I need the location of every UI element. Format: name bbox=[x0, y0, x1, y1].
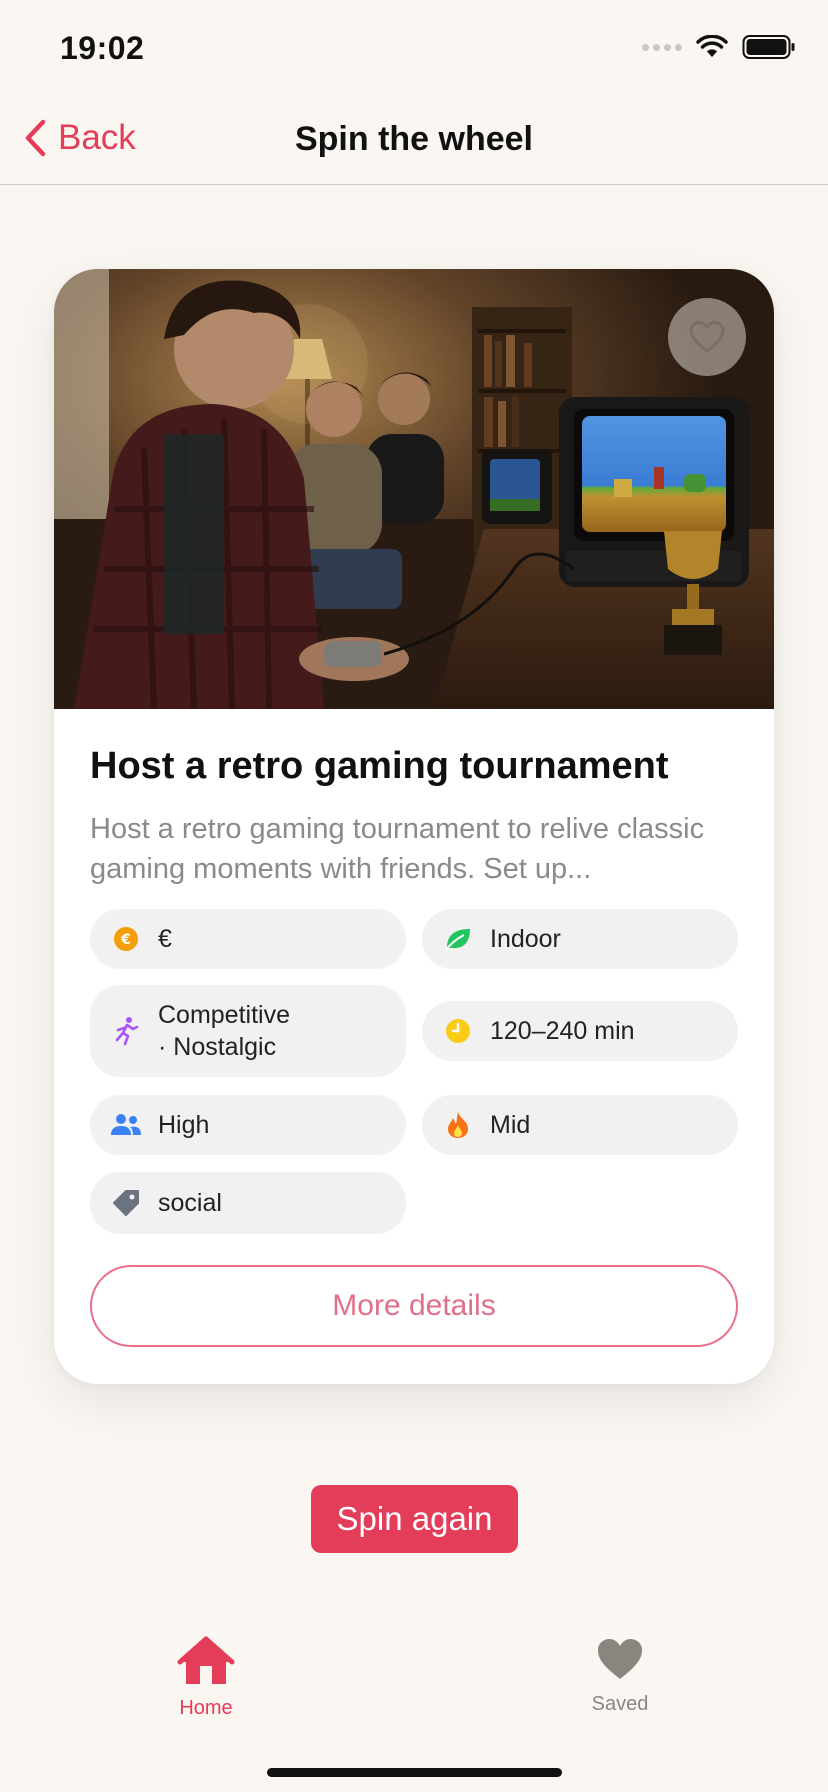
chip-duration: 120–240 min bbox=[422, 1001, 738, 1061]
chip-vibe: Competitive · Nostalgic bbox=[90, 985, 406, 1077]
chip-location: Indoor bbox=[422, 909, 738, 969]
tab-home[interactable]: Home bbox=[136, 1636, 276, 1720]
tag-icon bbox=[112, 1189, 140, 1217]
retro-gaming-illustration bbox=[54, 269, 774, 709]
home-indicator bbox=[267, 1768, 562, 1777]
status-bar: 19:02 bbox=[0, 0, 828, 100]
leaf-icon bbox=[444, 925, 472, 953]
signal-icon bbox=[642, 43, 682, 51]
flame-icon bbox=[444, 1111, 472, 1139]
chip-cost: € € bbox=[90, 909, 406, 969]
status-icons bbox=[642, 34, 796, 60]
home-icon bbox=[177, 1636, 235, 1684]
running-person-icon bbox=[112, 1017, 140, 1046]
chip-energy: Mid bbox=[422, 1095, 738, 1155]
chip-label: 120–240 min bbox=[490, 1017, 635, 1045]
status-time: 19:02 bbox=[60, 30, 145, 66]
battery-icon bbox=[742, 35, 795, 59]
heart-icon bbox=[598, 1639, 642, 1679]
activity-description: Host a retro gaming tournament to relive… bbox=[90, 813, 705, 885]
navigation-bar: Back Spin the wheel bbox=[0, 100, 828, 185]
chip-category: social bbox=[90, 1172, 406, 1234]
tab-home-label: Home bbox=[179, 1697, 233, 1719]
chip-label: Competitive · Nostalgic bbox=[158, 1001, 290, 1061]
chip-group-size: High bbox=[90, 1095, 406, 1155]
tab-saved-label: Saved bbox=[591, 1693, 649, 1715]
favorite-button[interactable] bbox=[668, 298, 746, 376]
svg-text:€: € bbox=[120, 932, 131, 948]
chip-label: Indoor bbox=[490, 925, 561, 953]
wifi-icon bbox=[696, 35, 728, 57]
chip-label: Mid bbox=[490, 1111, 531, 1139]
spin-again-button[interactable]: Spin again bbox=[311, 1485, 518, 1553]
chip-label: social bbox=[158, 1189, 222, 1217]
tab-saved[interactable]: Saved bbox=[550, 1636, 690, 1716]
activity-card: Host a retro gaming tournament Host a re… bbox=[54, 269, 774, 1384]
clock-icon bbox=[444, 1017, 472, 1045]
euro-coin-icon: € bbox=[112, 925, 140, 953]
page-title: Spin the wheel bbox=[294, 120, 534, 158]
people-icon bbox=[110, 1111, 142, 1139]
more-details-button[interactable]: More details bbox=[90, 1265, 738, 1347]
heart-outline-icon bbox=[689, 321, 725, 353]
activity-image bbox=[54, 269, 774, 709]
chip-label: High bbox=[158, 1111, 210, 1139]
activity-title: Host a retro gaming tournament bbox=[90, 745, 669, 787]
chip-label: € bbox=[158, 925, 172, 953]
